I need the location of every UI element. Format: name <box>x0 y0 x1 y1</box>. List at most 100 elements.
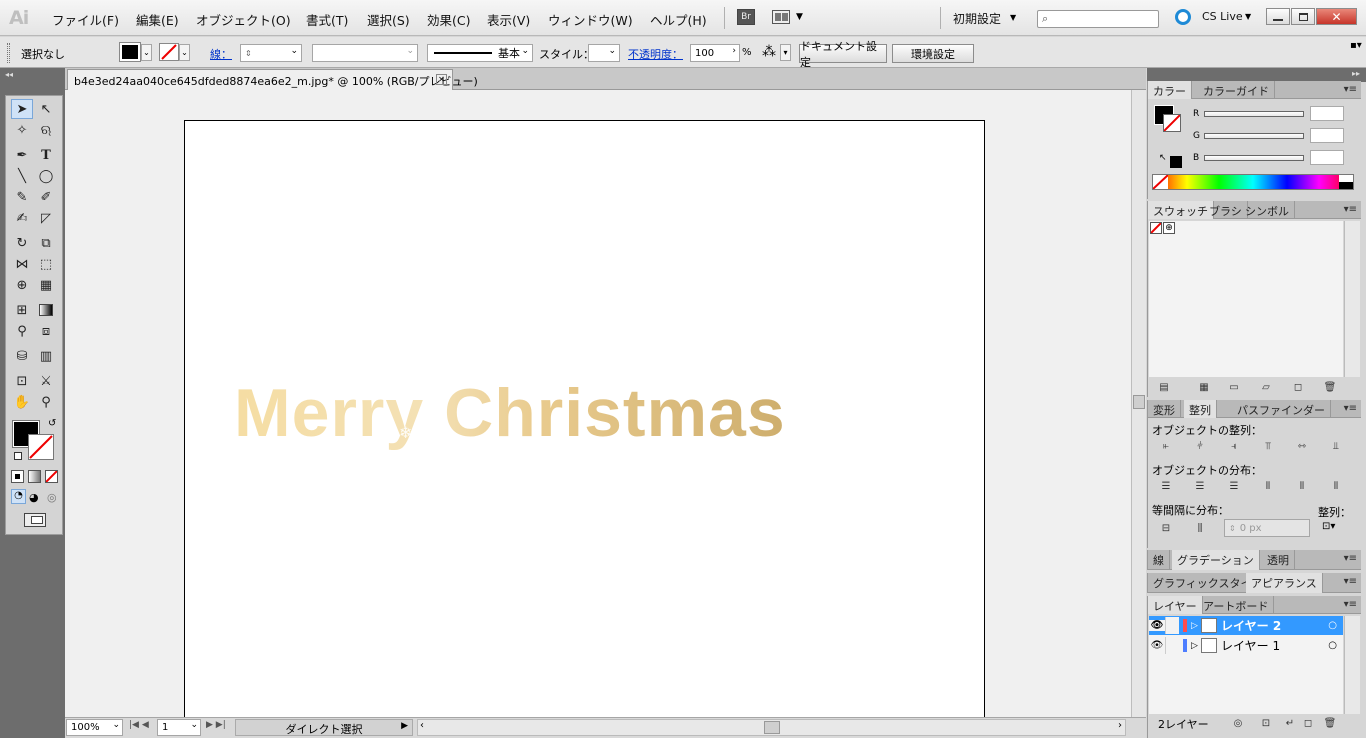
spacing-input[interactable]: ⇕ 0 px <box>1224 519 1310 537</box>
color-spectrum[interactable] <box>1152 174 1354 190</box>
variable-width-select[interactable]: ⌄ <box>312 44 418 62</box>
align-right-icon[interactable]: ⫣ <box>1226 439 1242 453</box>
chevron-down-icon[interactable]: ▼ <box>1010 13 1016 22</box>
pen-tool-icon[interactable]: ✒ <box>11 145 33 165</box>
document-tab[interactable]: b4e3ed24aa040ce645dfded8874ea6e2_m.jpg* … <box>67 69 478 90</box>
collapse-icon[interactable]: ◂◂ <box>5 70 13 79</box>
locate-object-icon[interactable]: ◎ <box>1230 716 1246 730</box>
menu-select[interactable]: 選択(S) <box>367 10 410 29</box>
tab-symbols[interactable]: シンボル <box>1240 201 1295 219</box>
align-bottom-icon[interactable]: ⫫ <box>1328 439 1344 453</box>
arrange-documents-icon[interactable] <box>772 10 790 24</box>
menu-edit[interactable]: 編集(E) <box>136 10 179 29</box>
panel-menu-icon[interactable]: ▾≡ <box>1344 599 1357 610</box>
pencil-tool-icon[interactable]: ✐ <box>35 187 57 207</box>
zoom-select[interactable]: 100% ⌄ <box>66 719 123 736</box>
gradient-tool-icon[interactable] <box>35 300 57 320</box>
expand-triangle-icon[interactable]: ▷ <box>1191 641 1201 651</box>
align-center-h-icon[interactable]: ⫩ <box>1192 439 1208 453</box>
direct-selection-tool-icon[interactable]: ↖ <box>35 99 57 119</box>
layer-name[interactable]: レイヤー 1 <box>1221 637 1328 654</box>
screen-mode-icon[interactable] <box>24 513 46 527</box>
blend-tool-icon[interactable]: ⧈ <box>35 321 57 341</box>
tab-align[interactable]: 整列 <box>1184 400 1217 418</box>
g-slider[interactable] <box>1204 133 1304 139</box>
zoom-tool-icon[interactable]: ⚲ <box>35 392 57 412</box>
scroll-thumb[interactable] <box>764 721 780 734</box>
distribute-center-h-icon[interactable]: ⫴ <box>1294 479 1310 493</box>
recolor-artwork-icon[interactable]: ⁂ <box>762 44 776 60</box>
horizontal-scrollbar[interactable]: ‹ › <box>417 719 1126 736</box>
graphic-style-select[interactable]: ⌄ <box>588 44 620 62</box>
last-color-swatch[interactable] <box>1170 156 1182 168</box>
ellipse-tool-icon[interactable]: ◯ <box>35 166 57 186</box>
search-input[interactable]: ⌕ <box>1037 10 1159 28</box>
opacity-input[interactable]: 100 › <box>690 44 740 62</box>
black-swatch[interactable] <box>1339 182 1353 189</box>
new-sublayer-icon[interactable]: ↵ <box>1282 716 1298 730</box>
menu-help[interactable]: ヘルプ(H) <box>650 10 707 29</box>
perspective-grid-tool-icon[interactable]: ▦ <box>35 275 57 295</box>
lock-toggle[interactable] <box>1165 637 1179 654</box>
tab-stroke[interactable]: 線 <box>1148 550 1170 570</box>
draw-normal-icon[interactable]: ◔ <box>11 489 26 504</box>
scroll-right-icon[interactable]: › <box>1118 720 1122 731</box>
panel-menu-icon[interactable]: ▾≡ <box>1344 576 1357 587</box>
align-left-icon[interactable]: ⫦ <box>1158 439 1174 453</box>
grip-handle[interactable] <box>7 43 10 63</box>
new-color-group-icon[interactable]: ▱ <box>1258 380 1274 394</box>
paintbrush-tool-icon[interactable]: ✎ <box>11 187 33 207</box>
layer-name[interactable]: レイヤー 2 <box>1221 617 1328 634</box>
visibility-eye-icon[interactable]: 👁 <box>1149 640 1165 651</box>
distribute-left-icon[interactable]: ⫴ <box>1260 479 1276 493</box>
brush-select[interactable]: 基本 ⌄ <box>427 44 533 62</box>
shape-builder-tool-icon[interactable]: ⊕ <box>11 275 33 295</box>
lock-toggle[interactable] <box>1165 617 1179 634</box>
default-colors-icon[interactable] <box>14 452 22 460</box>
swatch-libraries-icon[interactable]: ▤ <box>1156 380 1172 394</box>
document-setup-button[interactable]: ドキュメント設定 <box>799 40 887 69</box>
tab-pathfinder[interactable]: パスファインダー <box>1232 400 1331 418</box>
scroll-left-icon[interactable]: ‹ <box>420 720 424 731</box>
vertical-scrollbar[interactable] <box>1131 90 1146 717</box>
distribute-right-icon[interactable]: ⫴ <box>1328 479 1344 493</box>
tab-artboards[interactable]: アートボード <box>1198 596 1275 614</box>
magic-wand-tool-icon[interactable]: ✧ <box>11 120 33 140</box>
visibility-eye-icon[interactable]: 👁 <box>1149 620 1165 631</box>
draw-behind-icon[interactable]: ◕ <box>29 491 39 504</box>
menu-type[interactable]: 書式(T) <box>306 10 348 29</box>
artboard-tool-icon[interactable]: ⊡ <box>11 371 33 391</box>
expand-triangle-icon[interactable]: ▷ <box>1191 621 1201 631</box>
stroke-swatch[interactable] <box>1163 114 1181 132</box>
stroke-none-swatch[interactable] <box>159 43 179 61</box>
stroke-weight-input[interactable]: ⇕ ⌄ <box>240 44 302 62</box>
swatch-kind-icon[interactable]: ▦ <box>1196 380 1212 394</box>
none-swatch[interactable] <box>1150 222 1162 234</box>
panel-menu-icon[interactable]: ▾≡ <box>1344 84 1357 95</box>
tab-color[interactable]: カラー <box>1148 81 1192 99</box>
line-tool-icon[interactable]: ╲ <box>11 166 33 186</box>
slice-tool-icon[interactable]: ⚔ <box>35 371 57 391</box>
eyedropper-tool-icon[interactable]: ⚲ <box>11 321 33 341</box>
new-layer-icon[interactable]: ◻ <box>1300 716 1316 730</box>
lasso-tool-icon[interactable]: ଋ <box>35 120 57 140</box>
hand-tool-icon[interactable]: ✋ <box>11 392 33 412</box>
width-tool-icon[interactable]: ⋈ <box>11 254 33 274</box>
distribute-bottom-icon[interactable]: ☰ <box>1226 479 1242 493</box>
chevron-down-icon[interactable]: ▼ <box>796 12 803 22</box>
panel-menu-icon[interactable]: ▪▾ <box>1350 40 1362 51</box>
workspace-switcher[interactable]: 初期設定 <box>953 10 1001 27</box>
menu-window[interactable]: ウィンドウ(W) <box>548 10 633 29</box>
menu-effect[interactable]: 効果(C) <box>427 10 470 29</box>
draw-inside-icon[interactable]: ◎ <box>47 491 57 504</box>
selection-tool-icon[interactable]: ➤ <box>11 99 33 119</box>
swatches-scrollbar[interactable] <box>1344 221 1360 377</box>
current-tool-status[interactable]: ダイレクト選択 ▶ <box>235 719 413 736</box>
fill-color-swatch[interactable] <box>119 42 141 62</box>
preferences-button[interactable]: 環境設定 <box>892 44 974 63</box>
tab-transform[interactable]: 変形 <box>1148 400 1181 418</box>
distribute-top-icon[interactable]: ☰ <box>1158 479 1174 493</box>
column-graph-tool-icon[interactable]: ▥ <box>35 346 57 366</box>
distribute-center-v-icon[interactable]: ☰ <box>1192 479 1208 493</box>
layer-row[interactable]: 👁 ▷ レイヤー 2 ○ <box>1149 616 1343 635</box>
